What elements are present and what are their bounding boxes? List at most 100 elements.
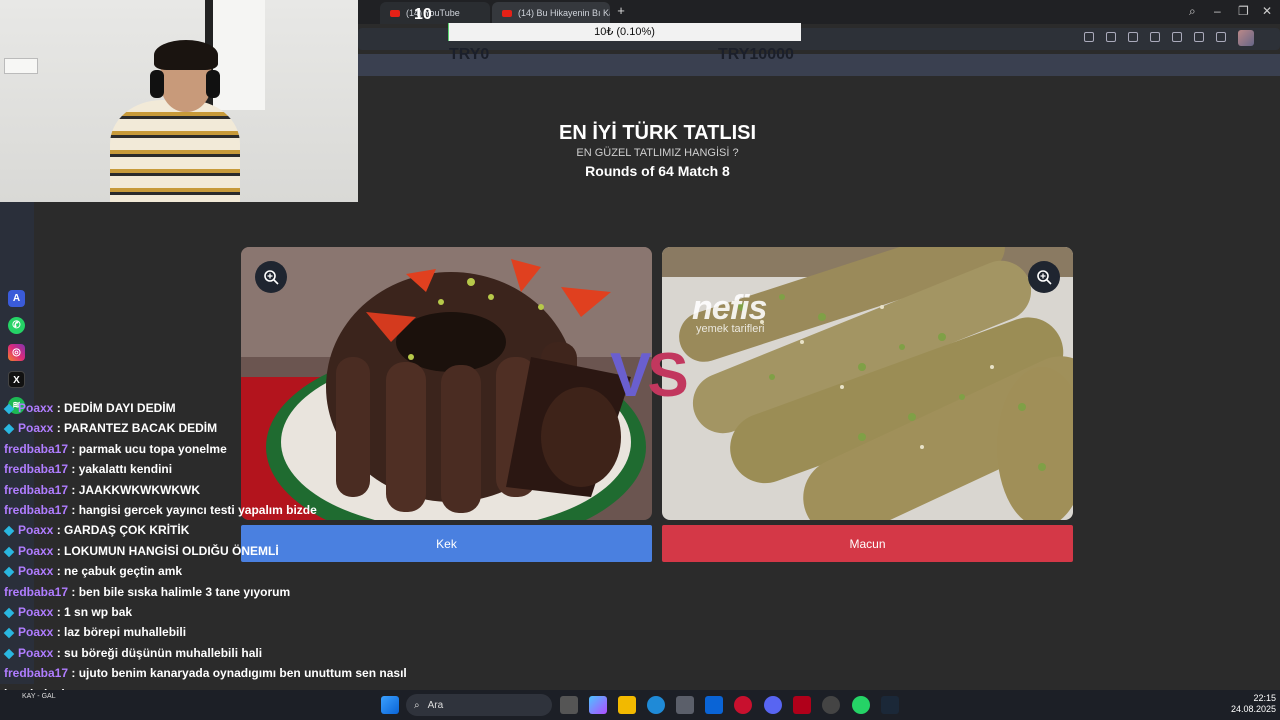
chat-text: : yakalattı kendini xyxy=(68,462,173,477)
tab-video[interactable]: (14) Bu Hikayenin Bı Kadı xyxy=(492,2,610,24)
streamer-shirt xyxy=(110,100,240,202)
start-icon[interactable] xyxy=(381,696,399,714)
chat-message: Poaxx : laz börepi muhallebili xyxy=(3,625,187,640)
heart-icon[interactable] xyxy=(1194,32,1204,42)
chat-message: Poaxx : su böreği düşünün muhallebili ha… xyxy=(3,646,262,660)
chat-message: Poaxx : DEDİM DAYI DEDİM xyxy=(3,401,176,415)
chat-message: Poaxx : 1 sn wp bak xyxy=(3,605,133,619)
chat-username[interactable]: Poaxx xyxy=(18,625,53,639)
sub-badge-icon xyxy=(3,403,15,415)
chat-username[interactable]: Poaxx xyxy=(18,646,53,660)
chat-text: : ujuto benim kanaryada oynadıgımı ben u… xyxy=(68,666,407,681)
donation-bar-text: 10₺ (0.10%) xyxy=(594,26,655,38)
sub-badge-icon xyxy=(3,546,15,557)
taskbar-search[interactable]: ⌕ Ara xyxy=(406,694,552,716)
zoom-in-icon xyxy=(1037,270,1052,285)
chat-text: : DEDİM DAYI DEDİM xyxy=(53,401,176,415)
x-icon[interactable]: X xyxy=(8,371,25,388)
sub-badge-icon xyxy=(3,607,15,619)
obs-icon[interactable] xyxy=(822,696,840,714)
windows-taskbar xyxy=(0,690,1280,720)
vs-label: VS xyxy=(610,341,689,410)
choose-right-button[interactable]: Macun xyxy=(662,525,1073,562)
chat-username[interactable]: fredbaba17 xyxy=(4,462,68,476)
chat-username[interactable]: fredbaba17 xyxy=(4,585,68,599)
instagram-icon[interactable]: ◎ xyxy=(8,344,25,361)
edge-icon[interactable] xyxy=(647,696,665,714)
maximize-icon[interactable]: ❐ xyxy=(1238,4,1249,18)
chat-text: : ne çabuk geçtin amk xyxy=(53,564,183,579)
headphone-right xyxy=(206,70,220,98)
donation-count: 10 xyxy=(414,6,432,23)
app-red-icon[interactable] xyxy=(793,696,811,714)
sub-badge-icon xyxy=(3,525,15,537)
youtube-icon xyxy=(502,9,512,17)
task-view-icon[interactable] xyxy=(560,696,578,714)
chat-username[interactable]: Poaxx xyxy=(18,421,53,435)
sub-badge-icon xyxy=(3,648,15,659)
chat-username[interactable]: Poaxx xyxy=(18,523,53,537)
tab-youtube[interactable]: (14) YouTube xyxy=(380,2,490,24)
minimize-icon[interactable]: – xyxy=(1214,4,1221,18)
copilot-icon[interactable] xyxy=(589,696,607,714)
chat-message: Poaxx : PARANTEZ BACAK DEDİM xyxy=(3,421,217,435)
media-label: KAY - GAL xyxy=(22,693,56,700)
wall-outlet xyxy=(4,58,38,74)
camera-icon[interactable] xyxy=(1106,32,1116,42)
chat-username[interactable]: Poaxx xyxy=(18,605,53,619)
edit-icon[interactable] xyxy=(1084,32,1094,42)
opera-icon[interactable] xyxy=(734,696,752,714)
whatsapp-taskbar-icon[interactable] xyxy=(852,696,870,714)
chat-message: fredbaba17 : hangisi gercek yayıncı test… xyxy=(4,503,317,517)
close-icon[interactable]: ✕ xyxy=(1262,4,1272,18)
chat-text: : 1 sn wp bak xyxy=(53,605,133,619)
chat-text: : JAAKKWKWKWKWK xyxy=(68,482,201,497)
shield-icon[interactable] xyxy=(1128,32,1138,42)
system-clock[interactable]: 22:15 24.08.2025 xyxy=(1226,693,1276,715)
chat-username[interactable]: Poaxx xyxy=(18,401,53,415)
profile-avatar[interactable] xyxy=(1238,30,1254,46)
chat-text: : laz börepi muhallebili xyxy=(53,625,187,640)
chat-text: : LOKUMUN HANGİSİ OLDIĞU ÖNEMLİ xyxy=(53,543,279,558)
youtube-icon xyxy=(390,9,400,17)
chat-username[interactable]: Poaxx xyxy=(18,564,53,578)
chat-text: : ben bile sıska halimle 3 tane yıyorum xyxy=(68,584,291,599)
chat-username[interactable]: fredbaba17 xyxy=(4,503,68,517)
extension-icon[interactable] xyxy=(1150,32,1160,42)
chat-message: fredbaba17 : ujuto benim kanaryada oynad… xyxy=(4,666,407,680)
sub-badge-icon xyxy=(3,423,15,435)
right-choice-image[interactable]: nefis yemek tarifleri xyxy=(662,247,1073,520)
chat-username[interactable]: fredbaba17 xyxy=(4,666,68,680)
zoom-in-icon xyxy=(264,270,279,285)
app-icon[interactable]: A xyxy=(8,290,25,307)
chat-username[interactable]: fredbaba17 xyxy=(4,483,68,497)
steam-icon[interactable] xyxy=(881,696,899,714)
discord-icon[interactable] xyxy=(764,696,782,714)
page-subtitle: EN GÜZEL TATLIMIZ HANGİSİ ? xyxy=(576,147,739,159)
zoom-left-button[interactable] xyxy=(255,261,287,293)
whatsapp-icon[interactable]: ✆ xyxy=(8,317,25,334)
nefis-watermark-sub: yemek tarifleri xyxy=(696,323,765,335)
chat-message: Poaxx : GARDAŞ ÇOK KRİTİK xyxy=(3,523,190,538)
search-tabs-icon[interactable]: ⌕ xyxy=(1189,4,1196,19)
headphone-left xyxy=(150,70,164,98)
left-choice-image[interactable] xyxy=(241,247,652,520)
chat-message: fredbaba17 : parmak ucu topa yonelme xyxy=(4,442,227,456)
file-explorer-icon[interactable] xyxy=(618,696,636,714)
sub-badge-icon xyxy=(3,627,15,639)
browser-toolbar xyxy=(1084,32,1248,42)
search-icon: ⌕ xyxy=(414,699,420,711)
play-icon[interactable] xyxy=(1172,32,1182,42)
store-icon[interactable] xyxy=(676,696,694,714)
chat-message: fredbaba17 : ben bile sıska halimle 3 ta… xyxy=(4,585,290,599)
zoom-right-button[interactable] xyxy=(1028,261,1060,293)
new-tab-icon[interactable]: + xyxy=(614,4,628,18)
chat-text: : GARDAŞ ÇOK KRİTİK xyxy=(53,523,190,538)
chat-username[interactable]: Poaxx xyxy=(18,544,53,558)
download-icon[interactable] xyxy=(1216,32,1226,42)
streamer-hair xyxy=(154,40,218,70)
chat-username[interactable]: fredbaba17 xyxy=(4,442,68,456)
chat-message: fredbaba17 : JAAKKWKWKWKWK xyxy=(4,483,200,497)
choose-left-button[interactable]: Kek xyxy=(241,525,652,562)
outlook-icon[interactable] xyxy=(705,696,723,714)
